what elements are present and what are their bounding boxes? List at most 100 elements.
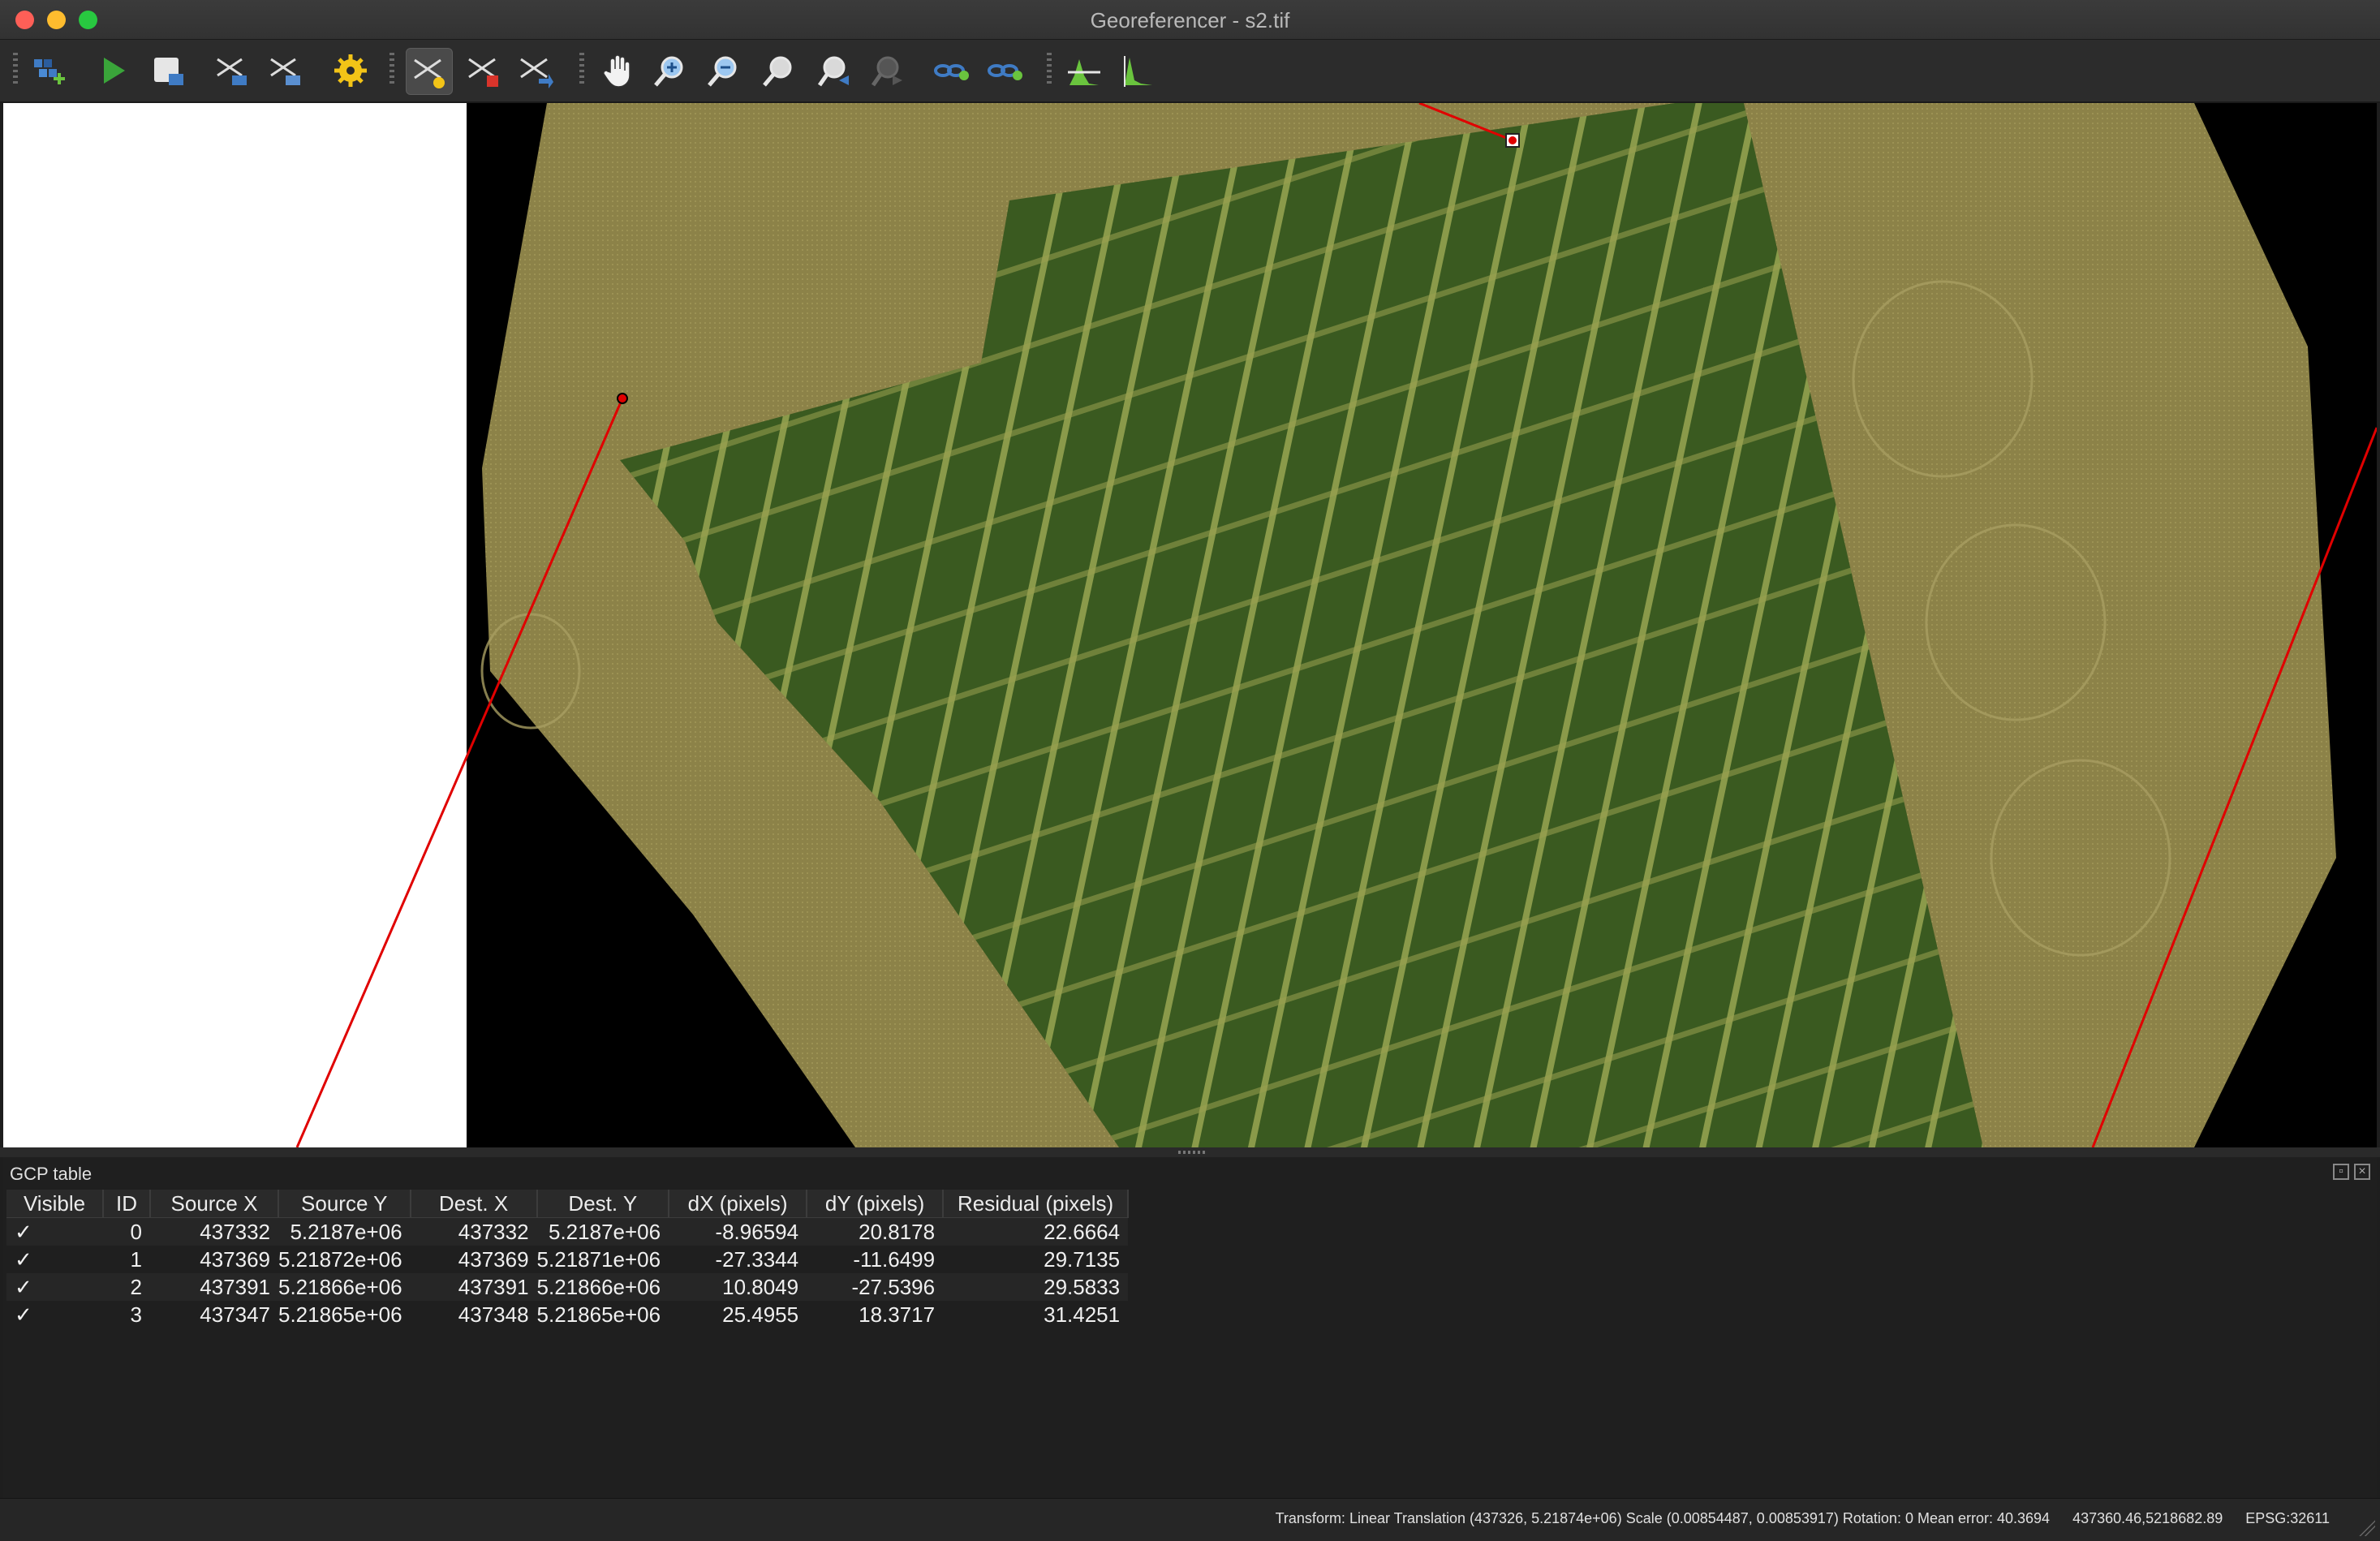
zoom-to-layer-icon — [763, 56, 792, 87]
panel-title: GCP table — [10, 1164, 93, 1184]
dx-pixels: -8.96594 — [669, 1217, 807, 1246]
toolbar — [0, 40, 2380, 103]
column-header[interactable]: Dest. Y — [536, 1190, 670, 1218]
visible-checkbox[interactable]: ✓ — [6, 1246, 103, 1273]
load-gcp-points-icon — [217, 58, 247, 85]
dest-y[interactable]: 5.21866e+06 — [536, 1273, 669, 1301]
start-georeferencing-button[interactable] — [89, 48, 135, 93]
source-x[interactable]: 437332 — [150, 1217, 278, 1246]
pan-button[interactable] — [596, 48, 641, 93]
move-gcp-point-button[interactable] — [513, 48, 558, 93]
dy-pixels: -27.5396 — [807, 1273, 944, 1301]
zoom-to-layer-button[interactable] — [756, 48, 802, 93]
map-canvas[interactable] — [3, 103, 2377, 1147]
cursor-coordinates: 437360.46,5218682.89 — [2072, 1510, 2223, 1526]
crs-indicator[interactable]: EPSG:32611 — [2245, 1510, 2330, 1527]
dest-y[interactable]: 5.2187e+06 — [536, 1217, 669, 1246]
toolbar-grip[interactable] — [13, 53, 18, 87]
generate-gdal-script-icon — [154, 58, 183, 85]
column-header[interactable]: dY (pixels) — [807, 1190, 945, 1218]
column-header[interactable]: Residual (pixels) — [943, 1190, 1130, 1218]
zoom-out-icon — [708, 56, 737, 87]
dest-y[interactable]: 5.21865e+06 — [536, 1301, 669, 1328]
dy-pixels: -11.6499 — [807, 1246, 944, 1273]
gcp-id: 1 — [103, 1246, 150, 1273]
dest-x[interactable]: 437332 — [410, 1217, 537, 1246]
source-x[interactable]: 437369 — [150, 1246, 278, 1273]
window-resize-grip[interactable] — [2357, 1518, 2375, 1536]
zoom-out-button[interactable] — [701, 48, 747, 93]
delete-point-icon — [468, 58, 498, 87]
toolbar-grip[interactable] — [1047, 53, 1052, 87]
residual-pixels: 29.5833 — [943, 1273, 1129, 1301]
generate-gdal-script-button[interactable] — [146, 48, 192, 93]
dest-x[interactable]: 437369 — [410, 1246, 537, 1273]
source-y[interactable]: 5.21865e+06 — [278, 1301, 411, 1328]
source-y[interactable]: 5.21866e+06 — [278, 1273, 411, 1301]
source-x[interactable]: 437347 — [150, 1301, 278, 1328]
zoom-last-button[interactable] — [811, 48, 857, 93]
gcp-id: 0 — [103, 1217, 150, 1246]
panel-splitter[interactable] — [0, 1147, 2380, 1157]
status-bar: Transform: Linear Translation (437326, 5… — [0, 1498, 2380, 1541]
load-gcp-points-button[interactable] — [209, 48, 255, 93]
raster-image — [295, 103, 2377, 1147]
full-histogram-stretch-button[interactable] — [1061, 48, 1107, 93]
toolbar-grip[interactable] — [579, 53, 584, 87]
open-raster-button[interactable] — [26, 48, 71, 93]
gcp-table-panel: GCP table ▫ × Visible ID Source X Source… — [3, 1157, 2377, 1498]
source-x[interactable]: 437391 — [150, 1273, 278, 1301]
transformation-settings-icon — [334, 54, 367, 87]
dy-pixels: 20.8178 — [807, 1217, 944, 1246]
start-georeferencing-icon — [104, 58, 125, 84]
zoom-next-button[interactable] — [865, 48, 910, 93]
link-georeferencer-to-qgis-icon — [934, 64, 969, 80]
link-georeferencer-to-qgis-button[interactable] — [928, 48, 974, 93]
dy-pixels: 18.3717 — [807, 1301, 944, 1328]
dest-y[interactable]: 5.21871e+06 — [536, 1246, 669, 1273]
close-panel-button[interactable]: × — [2354, 1164, 2370, 1180]
visible-checkbox[interactable]: ✓ — [6, 1301, 103, 1328]
table-row[interactable]: ✓ 0 437332 5.2187e+06 437332 5.2187e+06 … — [6, 1217, 1129, 1246]
zoom-next-icon — [871, 56, 902, 87]
column-header[interactable]: Source X — [150, 1190, 279, 1218]
column-header[interactable]: Source Y — [278, 1190, 411, 1218]
transform-info: Transform: Linear Translation (437326, 5… — [1275, 1510, 2051, 1526]
save-gcp-points-button[interactable] — [263, 48, 308, 93]
add-point-button[interactable] — [406, 48, 453, 95]
add-point-icon — [414, 58, 445, 88]
table-row[interactable]: ✓ 2 437391 5.21866e+06 437391 5.21866e+0… — [6, 1273, 1129, 1301]
toolbar-grip[interactable] — [389, 53, 394, 87]
save-gcp-points-icon — [270, 58, 300, 85]
zoom-in-button[interactable] — [648, 48, 693, 93]
column-header[interactable]: ID — [103, 1190, 151, 1218]
zoom-last-icon — [817, 56, 849, 87]
visible-checkbox[interactable]: ✓ — [6, 1217, 103, 1246]
gcp-point-marker — [617, 393, 628, 404]
dx-pixels: 25.4955 — [669, 1301, 807, 1328]
column-header[interactable]: Dest. X — [410, 1190, 538, 1218]
visible-checkbox[interactable]: ✓ — [6, 1273, 103, 1301]
table-row[interactable]: ✓ 3 437347 5.21865e+06 437348 5.21865e+0… — [6, 1301, 1129, 1328]
dest-x[interactable]: 437391 — [410, 1273, 537, 1301]
source-y[interactable]: 5.21872e+06 — [278, 1246, 411, 1273]
window-title: Georeferencer - s2.tif — [1090, 8, 1290, 32]
link-qgis-to-georeferencer-icon — [988, 64, 1022, 80]
source-y[interactable]: 5.2187e+06 — [278, 1217, 411, 1246]
link-qgis-to-georeferencer-button[interactable] — [982, 48, 1027, 93]
move-gcp-point-icon — [520, 58, 553, 88]
local-histogram-stretch-button[interactable] — [1115, 48, 1160, 93]
table-row[interactable]: ✓ 1 437369 5.21872e+06 437369 5.21871e+0… — [6, 1246, 1129, 1273]
float-panel-button[interactable]: ▫ — [2333, 1164, 2349, 1180]
delete-point-button[interactable] — [461, 48, 506, 93]
gcp-residual-line — [295, 398, 624, 1147]
gcp-table: Visible ID Source X Source Y Dest. X Des… — [6, 1190, 1130, 1328]
local-histogram-stretch-icon — [1124, 56, 1152, 87]
column-header[interactable]: dX (pixels) — [669, 1190, 808, 1218]
dx-pixels: 10.8049 — [669, 1273, 807, 1301]
dest-x[interactable]: 437348 — [410, 1301, 537, 1328]
column-header[interactable]: Visible — [6, 1190, 104, 1218]
residual-pixels: 31.4251 — [943, 1301, 1129, 1328]
dx-pixels: -27.3344 — [669, 1246, 807, 1273]
transformation-settings-button[interactable] — [328, 48, 373, 93]
